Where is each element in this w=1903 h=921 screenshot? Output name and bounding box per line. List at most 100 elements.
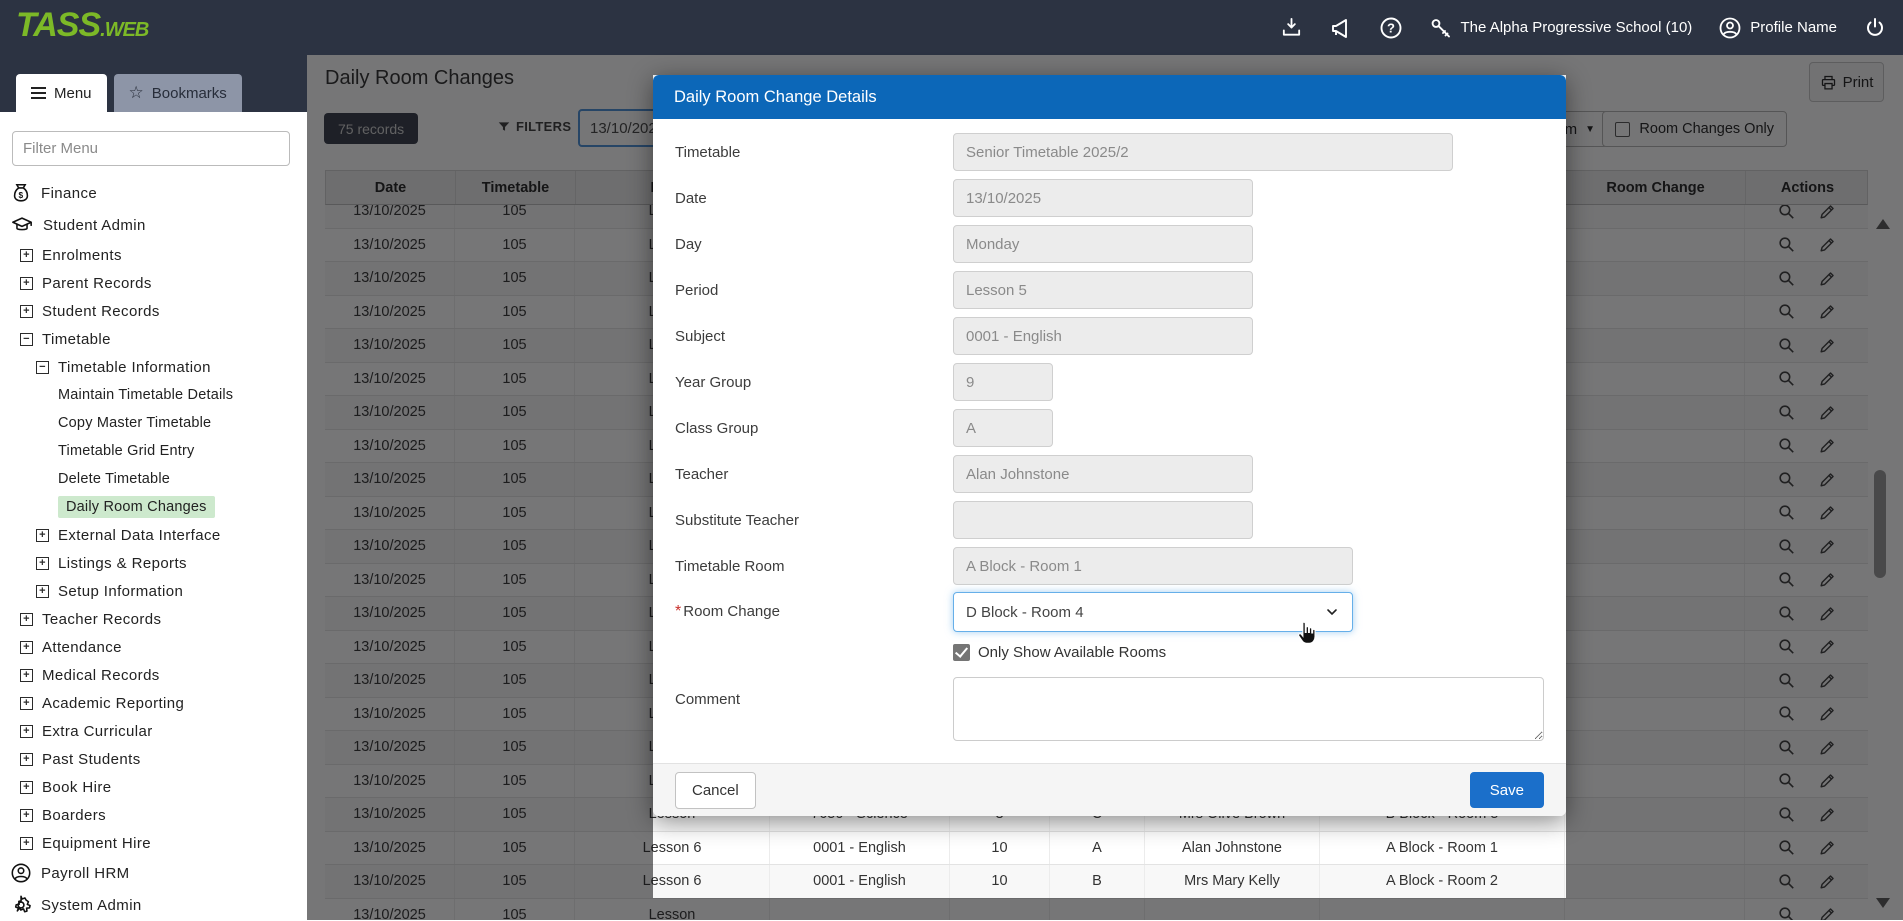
collapse-minus-icon[interactable]: − [20,333,33,346]
sidebar-item-system-admin[interactable]: System Admin [0,889,307,921]
sidebar-item-finance[interactable]: $Finance [0,177,307,209]
announcements-icon[interactable] [1329,16,1353,40]
field-year-group: 9 [953,363,1053,401]
profile-name: Profile Name [1750,19,1837,36]
sidebar-item-student-records[interactable]: + Student Records [0,297,307,325]
field-day: Monday [953,225,1253,263]
required-asterisk: * [675,603,681,620]
expand-plus-icon[interactable]: + [20,277,33,290]
sidebar-item-timetable-information[interactable]: −Timetable Information [0,353,307,381]
field-period: Lesson 5 [953,271,1253,309]
expand-plus-icon[interactable]: + [20,725,33,738]
top-bar: TASS.WEB ? The Alpha Progressive School … [0,0,1903,55]
only-show-available-rooms-row[interactable]: Only Show Available Rooms [953,635,1566,669]
sidebar-item-listings-reports[interactable]: +Listings & Reports [0,549,307,577]
checkbox-checked-icon[interactable] [953,644,970,661]
sidebar-item-timetable-grid-entry[interactable]: Timetable Grid Entry [0,437,307,465]
sidebar-item-delete-timetable[interactable]: Delete Timetable [0,465,307,493]
expand-plus-icon[interactable]: + [20,809,33,822]
sidebar-item-payroll-hrm[interactable]: Payroll HRM [0,857,307,889]
sidebar-item-book-hire[interactable]: +Book Hire [0,773,307,801]
download-icon[interactable] [1280,16,1303,39]
expand-plus-icon[interactable]: + [20,697,33,710]
chevron-down-icon [1324,604,1340,620]
field-label-room-change: *Room Change [675,603,953,621]
expand-plus-icon[interactable]: + [20,613,33,626]
room-change-selected-value: D Block - Room 4 [966,604,1084,621]
expand-plus-icon[interactable]: + [36,585,49,598]
sidebar-item-label: Past Students [42,751,141,768]
help-icon[interactable]: ? [1379,16,1403,40]
expand-plus-icon[interactable]: + [20,753,33,766]
sidebar-item-parent-records[interactable]: + Parent Records [0,269,307,297]
sidebar-item-teacher-records[interactable]: +Teacher Records [0,605,307,633]
gear-icon [10,894,32,916]
comment-textarea[interactable] [953,677,1544,741]
expand-plus-icon[interactable]: + [36,557,49,570]
expand-plus-icon[interactable]: + [20,781,33,794]
field-timetable-room: A Block - Room 1 [953,547,1353,585]
field-label-teacher: Teacher [675,466,953,483]
tab-menu[interactable]: Menu [16,74,107,112]
sidebar-item-copy-master-timetable[interactable]: Copy Master Timetable [0,409,307,437]
tass-web-logo: TASS.WEB [16,6,148,45]
cancel-button[interactable]: Cancel [675,772,756,809]
modal-dim-overlay [307,55,1903,75]
sidebar-item-label: Timetable Grid Entry [58,443,194,459]
field-label-timetable: Timetable [675,144,953,161]
sidebar-item-label: External Data Interface [58,527,221,544]
field-label-substitute-teacher: Substitute Teacher [675,512,953,529]
collapse-minus-icon[interactable]: − [36,361,49,374]
sidebar-item-enrolments[interactable]: +Enrolments [0,241,307,269]
person-icon [10,862,32,884]
expand-plus-icon[interactable]: + [20,249,33,262]
sidebar-item-label: Equipment Hire [42,835,151,852]
sidebar-item-label: Boarders [42,807,106,824]
cell-year: 10 [950,865,1050,898]
profile-menu[interactable]: Profile Name [1718,16,1837,40]
tab-bookmarks[interactable]: ☆ Bookmarks [114,74,242,112]
sidebar-item-timetable[interactable]: −Timetable [0,325,307,353]
sidebar-item-medical-records[interactable]: + Medical Records [0,661,307,689]
sidebar-item-label: Student Admin [43,217,146,234]
sidebar-item-past-students[interactable]: + Past Students [0,745,307,773]
sidebar-item-label: Attendance [42,639,122,656]
sidebar-item-boarders[interactable]: + Boarders [0,801,307,829]
save-button[interactable]: Save [1470,772,1544,808]
modal-dim-overlay [653,898,1566,920]
sidebar-item-student-admin[interactable]: Student Admin [0,209,307,241]
sidebar-item-external-data-interface[interactable]: + External Data Interface [0,521,307,549]
sidebar-item-daily-room-changes[interactable]: Daily Room Changes [0,493,307,521]
room-change-select[interactable]: D Block - Room 4 [953,592,1353,632]
sidebar-item-label: Parent Records [42,275,152,292]
sidebar-item-label: Daily Room Changes [58,496,215,518]
expand-plus-icon[interactable]: + [20,305,33,318]
school-name: The Alpha Progressive School (10) [1461,19,1693,36]
cell-teacher: Mrs Mary Kelly [1145,865,1320,898]
field-label-year-group: Year Group [675,374,953,391]
sidebar-item-setup-information[interactable]: +Setup Information [0,577,307,605]
sidebar-item-attendance[interactable]: + Attendance [0,633,307,661]
expand-plus-icon[interactable]: + [36,529,49,542]
expand-plus-icon[interactable]: + [20,641,33,654]
expand-plus-icon[interactable]: + [20,837,33,850]
sidebar-item-label: Student Records [42,303,160,320]
sidebar-item-label: Medical Records [42,667,160,684]
sidebar-item-label: System Admin [41,897,142,914]
user-icon [1718,16,1742,40]
sidebar-item-academic-reporting[interactable]: + Academic Reporting [0,689,307,717]
field-class-group: A [953,409,1053,447]
expand-plus-icon[interactable]: + [20,669,33,682]
sidebar-item-equipment-hire[interactable]: + Equipment Hire [0,829,307,857]
sidebar-item-label: Academic Reporting [42,695,184,712]
cell-subject: 0001 - English [770,865,950,898]
logout-power-icon[interactable] [1863,16,1887,40]
cell-class: A [1050,832,1145,865]
school-selector[interactable]: The Alpha Progressive School (10) [1429,16,1693,40]
menu-filter-input[interactable] [12,131,290,166]
sidebar-item-maintain-timetable-details[interactable]: Maintain Timetable Details [0,381,307,409]
sidebar-item-extra-curricular[interactable]: +Extra Curricular [0,717,307,745]
field-substitute-teacher [953,501,1253,539]
field-date: 13/10/2025 [953,179,1253,217]
sidebar-item-label: Timetable [42,331,111,348]
